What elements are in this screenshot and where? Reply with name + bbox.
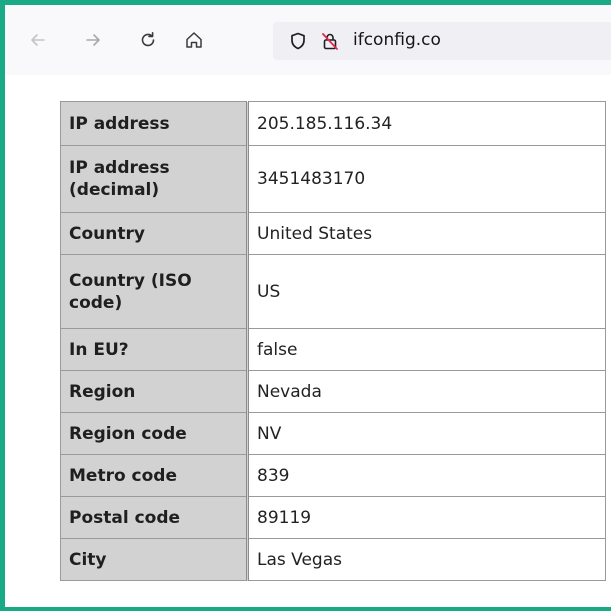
row-key: Region code [60, 412, 249, 455]
table-row: City Las Vegas [60, 538, 606, 581]
forward-button[interactable] [82, 29, 104, 51]
row-key: Country [60, 212, 249, 255]
row-value: NV [247, 412, 606, 455]
home-button[interactable] [183, 29, 205, 51]
row-key: City [60, 538, 249, 581]
row-key: IP address (decimal) [60, 145, 249, 213]
address-bar[interactable]: ifconfig.co [273, 22, 611, 60]
table-row: Country (ISO code) US [60, 254, 606, 329]
insecure-lock-icon[interactable] [320, 31, 340, 51]
row-value: Nevada [247, 370, 606, 413]
table-row: IP address 205.185.116.34 [60, 101, 606, 146]
arrow-left-icon [31, 34, 45, 46]
row-key: Postal code [60, 496, 249, 539]
row-value: Las Vegas [247, 538, 606, 581]
row-value: 839 [247, 454, 606, 497]
row-key: Country (ISO code) [60, 254, 249, 329]
row-value: 3451483170 [247, 145, 606, 213]
table-row: In EU? false [60, 328, 606, 371]
reload-icon [141, 31, 155, 47]
home-icon [186, 32, 202, 48]
shield-icon[interactable] [288, 31, 308, 51]
table-row: Region code NV [60, 412, 606, 455]
browser-toolbar: ifconfig.co [5, 5, 611, 75]
reload-button[interactable] [137, 29, 159, 51]
row-key: Metro code [60, 454, 249, 497]
row-value: false [247, 328, 606, 371]
table-row: Postal code 89119 [60, 496, 606, 539]
table-row: Region Nevada [60, 370, 606, 413]
ip-info-table: IP address 205.185.116.34 IP address (de… [60, 101, 606, 581]
url-text[interactable]: ifconfig.co [353, 30, 441, 50]
table-row: Metro code 839 [60, 454, 606, 497]
row-value: US [247, 254, 606, 329]
page-content: IP address 205.185.116.34 IP address (de… [5, 75, 611, 607]
row-value: 89119 [247, 496, 606, 539]
table-row: IP address (decimal) 3451483170 [60, 145, 606, 213]
back-button[interactable] [27, 29, 49, 51]
row-key: Region [60, 370, 249, 413]
browser-window: ifconfig.co IP address 205.185.116.34 IP… [0, 0, 611, 611]
row-key: IP address [60, 101, 249, 146]
arrow-right-icon [86, 34, 100, 46]
row-value: 205.185.116.34 [247, 101, 606, 146]
row-value: United States [247, 212, 606, 255]
table-row: Country United States [60, 212, 606, 255]
row-key: In EU? [60, 328, 249, 371]
